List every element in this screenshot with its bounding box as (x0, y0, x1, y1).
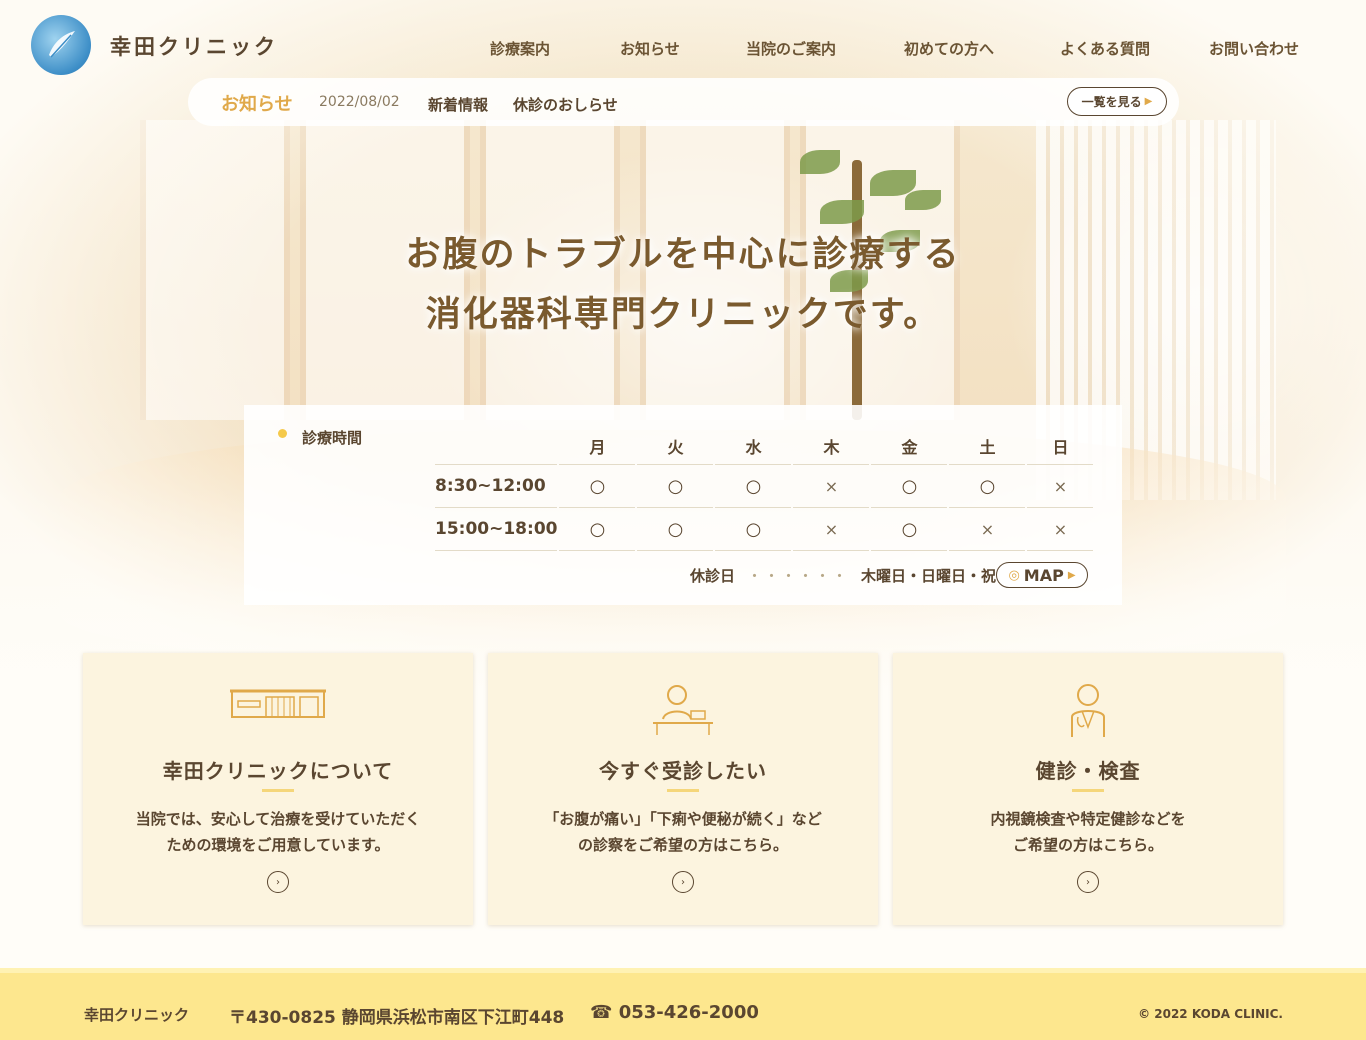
chevron-right-icon[interactable]: › (1077, 871, 1099, 893)
site-footer: 幸田クリニック 〒430-0825 静岡県浜松市南区下江町448 ☎ 053-4… (0, 968, 1366, 1040)
card-divider (262, 789, 294, 792)
availability-mark: ○ (559, 465, 636, 508)
card-desc-line: 「お腹が痛い」「下痢や便秘が続く」など (544, 810, 822, 828)
hours-title: 診療時間 (302, 429, 363, 447)
reception-icon (488, 683, 878, 743)
nav-item-news[interactable]: お知らせ (620, 38, 680, 59)
closed-days-value: 木曜日・日曜日・祝日 (861, 567, 1012, 585)
day-header: 木 (793, 427, 870, 465)
table-row: 15:00~18:00 ○ ○ ○ × ○ × × (435, 508, 1094, 551)
news-date: 2022/08/02 (319, 94, 400, 110)
availability-mark: × (793, 508, 870, 551)
time-slot: 8:30~12:00 (435, 465, 558, 508)
map-label: MAP (1023, 565, 1064, 585)
arrow-right-icon: ▶ (1067, 569, 1076, 581)
availability-mark: ○ (871, 465, 948, 508)
clinic-building-icon (83, 683, 473, 743)
footer-copyright: © 2022 KODA CLINIC. (1138, 1007, 1283, 1021)
news-more-label: 一覧を見る (1081, 95, 1142, 109)
table-row: 8:30~12:00 ○ ○ ○ × ○ ○ × (435, 465, 1094, 508)
news-category: 新着情報 (428, 96, 489, 114)
hours-header-blank (435, 427, 558, 465)
map-pin-icon: ◎ (1008, 567, 1020, 583)
card-title: 健診・検査 (1035, 759, 1141, 783)
phone-icon: ☎ (590, 1002, 619, 1023)
day-header: 月 (559, 427, 636, 465)
map-button[interactable]: ◎ MAP ▶ (996, 562, 1088, 588)
nav-item-services[interactable]: 診療案内 (490, 38, 550, 59)
dotted-leader: ・・・・・・ (747, 567, 850, 585)
card-title: 今すぐ受診したい (599, 759, 767, 783)
availability-mark: × (1027, 465, 1094, 508)
bullet-dot-icon (278, 429, 287, 438)
day-header: 日 (1027, 427, 1094, 465)
footer-address: 〒430-0825 静岡県浜松市南区下江町448 (229, 1008, 565, 1028)
closed-days-label: 休診日 (690, 567, 736, 585)
leaf-logo-icon (49, 31, 75, 58)
card-about[interactable]: 幸田クリニックについて 当院では、安心して治療を受けていただく ための環境をご用… (83, 653, 473, 925)
day-header: 水 (715, 427, 792, 465)
card-divider (1072, 789, 1104, 792)
news-title-link[interactable]: 休診のおしらせ (513, 94, 618, 115)
nav-item-first-visit[interactable]: 初めての方へ (904, 38, 994, 59)
card-checkup[interactable]: 健診・検査 内視鏡検査や特定健診などを ご希望の方はこちら。 › (893, 653, 1283, 925)
availability-mark: ○ (871, 508, 948, 551)
nav-item-about[interactable]: 当院のご案内 (746, 38, 836, 59)
availability-mark: × (793, 465, 870, 508)
card-title: 幸田クリニックについて (162, 759, 394, 783)
card-description: 当院では、安心して治療を受けていただく ための環境をご用意しています。 (83, 806, 473, 858)
doctor-icon (893, 683, 1283, 743)
availability-mark: ○ (715, 465, 792, 508)
news-more-button[interactable]: 一覧を見る ▶ (1067, 87, 1167, 116)
footer-tel-number: 053-426-2000 (618, 1002, 759, 1023)
card-divider (667, 789, 699, 792)
availability-mark: ○ (559, 508, 636, 551)
availability-mark: × (1027, 508, 1094, 551)
availability-mark: ○ (637, 465, 714, 508)
day-header: 土 (949, 427, 1026, 465)
card-desc-line: ご希望の方はこちら。 (1012, 836, 1163, 854)
hours-panel: 診療時間 月 火 水 木 金 土 日 8:30~12:00 ○ ○ ○ × ○ (244, 405, 1122, 605)
chevron-right-icon[interactable]: › (672, 871, 694, 893)
footer-clinic-name: 幸田クリニック (84, 1006, 190, 1024)
catchcopy-line-2: 消化器科専門クリニックです。 (425, 295, 941, 335)
availability-mark: × (949, 508, 1026, 551)
catchcopy-line-1: お腹のトラブルを中心に診療する (405, 235, 961, 275)
time-slot: 15:00~18:00 (435, 508, 558, 551)
news-bar: お知らせ 2022/08/02 新着情報 休診のおしらせ 一覧を見る ▶ (188, 78, 1179, 126)
card-desc-line: 当院では、安心して治療を受けていただく (135, 810, 421, 828)
arrow-right-icon: ▶ (1144, 96, 1153, 107)
card-consult-now[interactable]: 今すぐ受診したい 「お腹が痛い」「下痢や便秘が続く」など の診察をご希望の方はこ… (488, 653, 878, 925)
card-description: 内視鏡検査や特定健診などを ご希望の方はこちら。 (893, 806, 1283, 858)
availability-mark: ○ (715, 508, 792, 551)
availability-mark: ○ (637, 508, 714, 551)
card-desc-line: ための環境をご用意しています。 (166, 836, 390, 854)
hours-table: 月 火 水 木 金 土 日 8:30~12:00 ○ ○ ○ × ○ ○ × 1… (433, 427, 1095, 551)
day-header: 火 (637, 427, 714, 465)
site-title[interactable]: 幸田クリニック (110, 31, 278, 61)
nav-item-faq[interactable]: よくある質問 (1060, 38, 1150, 59)
clinic-logo[interactable] (31, 15, 91, 75)
card-description: 「お腹が痛い」「下痢や便秘が続く」など の診察をご希望の方はこちら。 (488, 806, 878, 858)
chevron-right-icon[interactable]: › (267, 871, 289, 893)
closed-days-row: 休診日 ・・・・・・ 木曜日・日曜日・祝日 (690, 565, 1011, 586)
card-desc-line: の診察をご希望の方はこちら。 (577, 836, 788, 854)
footer-tel[interactable]: ☎ 053-426-2000 (590, 1002, 759, 1023)
news-label: お知らせ (221, 94, 293, 115)
nav-item-contact[interactable]: お問い合わせ (1209, 38, 1299, 59)
card-desc-line: 内視鏡検査や特定健診などを (990, 810, 1186, 828)
day-header: 金 (871, 427, 948, 465)
availability-mark: ○ (949, 465, 1026, 508)
